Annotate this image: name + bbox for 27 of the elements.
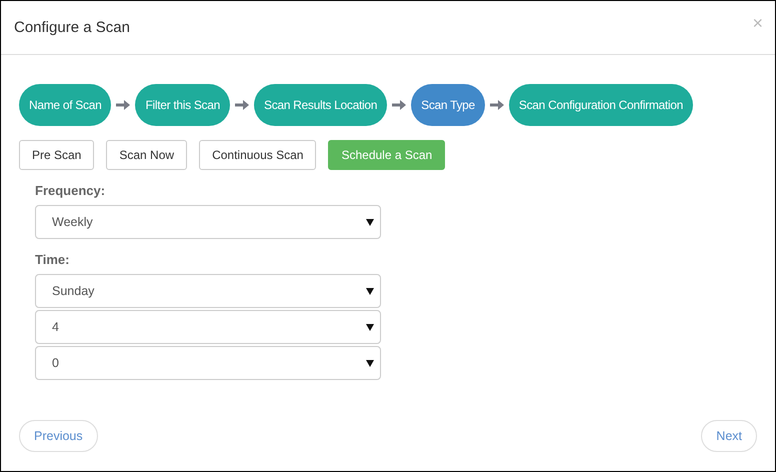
next-button[interactable]: Next — [701, 420, 757, 452]
wizard-step[interactable]: Scan Configuration Confirmation — [508, 84, 694, 126]
dropdown-field[interactable]: 0 — [35, 346, 381, 380]
scan-type-button[interactable]: Scan Now — [106, 140, 188, 170]
wizard-step[interactable]: Name of Scan — [19, 84, 112, 126]
dropdown-caret-icon — [366, 288, 374, 294]
dropdown-field[interactable]: Weekly — [35, 205, 381, 239]
dropdown-caret-icon — [366, 218, 374, 226]
arrow-icon — [490, 100, 504, 110]
close-button[interactable]: × — [752, 13, 763, 34]
dialog-title: Configure a Scan — [14, 19, 130, 36]
scan-type-button[interactable]: Continuous Scan — [199, 140, 316, 170]
arrow-icon — [392, 100, 406, 110]
dropdown-field[interactable]: Sunday — [35, 274, 381, 308]
dropdown-field[interactable]: 4 — [35, 310, 381, 344]
wizard-step[interactable]: Filter this Scan — [135, 84, 230, 126]
dropdown-caret-icon — [366, 324, 374, 330]
wizard-step[interactable]: Scan Type — [411, 84, 485, 126]
arrow-icon — [116, 100, 130, 110]
field-label: Frequency: — [35, 183, 106, 198]
scan-type-button[interactable]: Schedule a Scan — [328, 140, 446, 170]
scan-type-button[interactable]: Pre Scan — [19, 140, 94, 170]
dropdown-caret-icon — [366, 360, 374, 366]
previous-button[interactable]: Previous — [19, 420, 98, 452]
field-label: Time: — [35, 252, 70, 267]
wizard-step[interactable]: Scan Results Location — [254, 84, 388, 126]
arrow-icon — [235, 100, 249, 110]
